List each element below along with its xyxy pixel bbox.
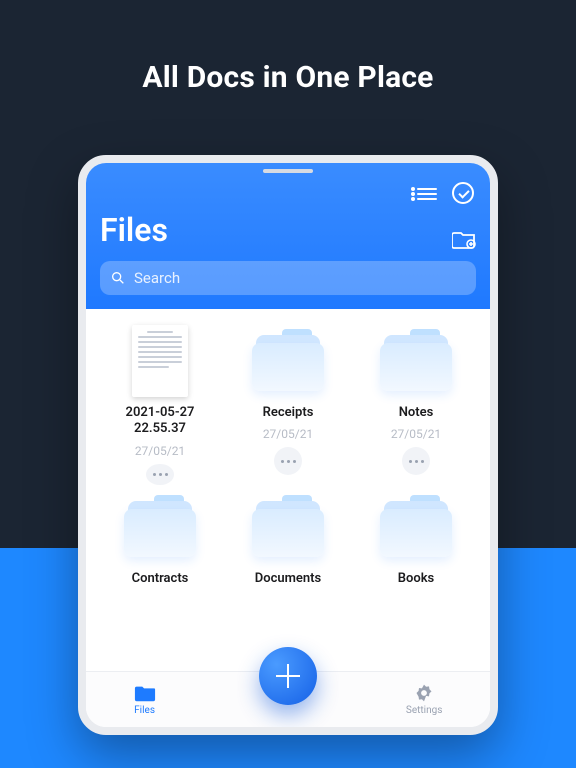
promo-heading: All Docs in One Place: [0, 0, 576, 95]
file-item-folder-books[interactable]: Books: [354, 491, 478, 651]
list-view-button[interactable]: [414, 180, 440, 206]
folder-icon: [252, 497, 324, 557]
folder-icon: [134, 683, 156, 703]
item-label: Contracts: [132, 571, 189, 587]
file-item-document[interactable]: 2021-05-27 22.55.37 27/05/21: [98, 325, 222, 485]
item-label: Receipts: [263, 405, 314, 421]
more-button[interactable]: [146, 464, 174, 486]
item-label: Books: [398, 571, 435, 587]
item-label: Documents: [255, 571, 321, 587]
file-item-folder-documents[interactable]: Documents: [226, 491, 350, 651]
tab-settings[interactable]: Settings: [406, 683, 443, 716]
new-folder-button[interactable]: [452, 229, 476, 249]
folder-icon: [252, 331, 324, 391]
file-item-folder-notes[interactable]: Notes 27/05/21: [354, 325, 478, 485]
gear-icon: [413, 683, 435, 703]
search-placeholder: Search: [134, 269, 180, 287]
item-date: 27/05/21: [135, 444, 185, 458]
tab-files[interactable]: Files: [134, 683, 156, 716]
tab-label: Settings: [406, 705, 443, 716]
folder-icon: [380, 331, 452, 391]
item-date: 27/05/21: [391, 427, 441, 441]
file-item-folder-contracts[interactable]: Contracts: [98, 491, 222, 651]
check-circle-icon: [452, 182, 474, 204]
more-button[interactable]: [402, 447, 430, 475]
add-button[interactable]: [259, 647, 317, 705]
search-icon: [110, 270, 126, 286]
folder-icon: [380, 497, 452, 557]
page-title: Files: [100, 211, 168, 249]
folder-plus-icon: [452, 229, 476, 249]
file-item-folder-receipts[interactable]: Receipts 27/05/21: [226, 325, 350, 485]
tab-label: Files: [134, 705, 155, 716]
item-date: 27/05/21: [263, 427, 313, 441]
item-label: Notes: [399, 405, 434, 421]
item-label: 2021-05-27 22.55.37: [110, 405, 210, 438]
select-button[interactable]: [450, 180, 476, 206]
more-button[interactable]: [274, 447, 302, 475]
folder-icon: [124, 497, 196, 557]
list-icon: [417, 185, 437, 201]
device-frame: Files Search 2021-05-27 22.55.37 27/05/: [78, 155, 498, 735]
search-input[interactable]: Search: [100, 261, 476, 295]
document-thumb-icon: [132, 325, 188, 397]
top-bar: Files Search: [86, 163, 490, 309]
